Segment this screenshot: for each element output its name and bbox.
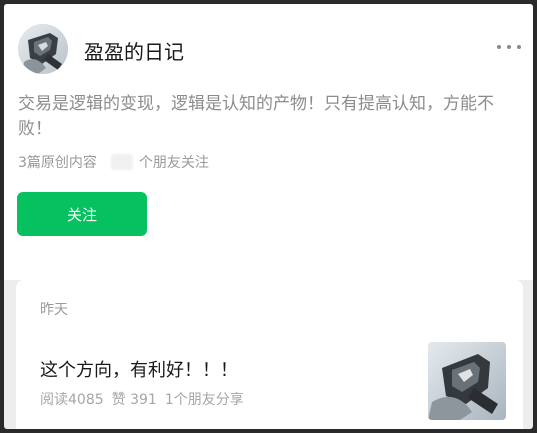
account-name[interactable]: 盈盈的日记 [84, 36, 184, 65]
article-thumbnail[interactable] [428, 342, 506, 420]
read-count: 阅读4085 [40, 392, 104, 408]
account-stats: 3篇原创内容 个朋友关注 [18, 152, 209, 172]
article-card[interactable]: 昨天 这个方向，有利好！！！ 阅读4085 赞 391 1个朋友分享 [16, 280, 523, 429]
profile-card: 盈盈的日记 交易是逻辑的变现，逻辑是认知的产物！只有提高认知，方能不败！ 3篇原… [4, 4, 533, 280]
avatar-image [18, 24, 68, 74]
article-meta: 阅读4085 赞 391 1个朋友分享 [40, 389, 252, 409]
more-icon[interactable] [497, 40, 521, 54]
like-count: 赞 391 [111, 392, 157, 408]
follow-button[interactable]: 关注 [17, 192, 147, 236]
original-count: 3篇原创内容 [18, 155, 97, 171]
avatar[interactable] [18, 24, 68, 74]
account-bio: 交易是逻辑的变现，逻辑是认知的产物！只有提高认知，方能不败！ [18, 94, 494, 139]
friends-count-blurred [110, 154, 133, 170]
app-frame: 盈盈的日记 交易是逻辑的变现，逻辑是认知的产物！只有提高认知，方能不败！ 3篇原… [4, 4, 533, 429]
share-count: 1个朋友分享 [164, 392, 244, 408]
article-date: 昨天 [40, 302, 68, 318]
article-title[interactable]: 这个方向，有利好！！！ [40, 356, 238, 382]
thumbnail-image [428, 342, 506, 420]
friends-follow-label: 个朋友关注 [138, 155, 209, 171]
